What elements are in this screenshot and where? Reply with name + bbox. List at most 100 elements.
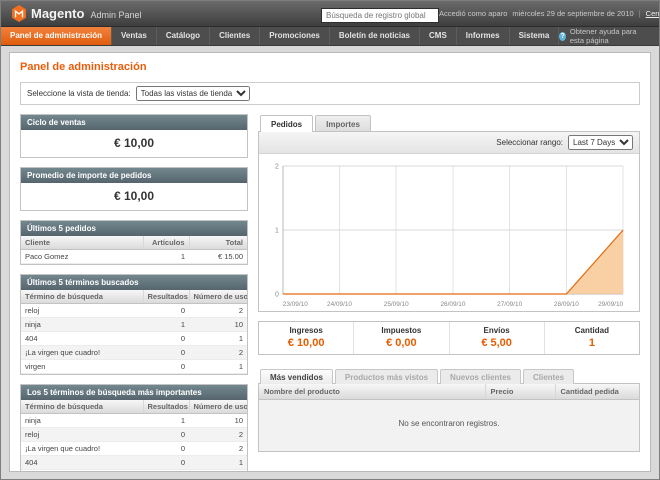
store-view-select[interactable]: Todas las vistas de tienda [136, 86, 250, 101]
total-envi-os: Envíos € 5,00 [450, 322, 545, 354]
session-info: Accedió como aparo miércoles 29 de septi… [439, 9, 660, 18]
product-report-tabs: Más vendidosProductos más vistosNuevos c… [258, 368, 640, 383]
svg-text:29/09/10: 29/09/10 [598, 301, 623, 308]
totals-row: Ingresos€ 10,00Impuestos€ 0,00Envíos€ 5,… [258, 321, 640, 355]
nav-item-cms[interactable]: CMS [420, 27, 457, 45]
table-cell: 0 [143, 346, 189, 360]
total-value: € 5,00 [450, 337, 544, 349]
table-row: ninja110 [21, 414, 247, 428]
total-cantidad: Cantidad 1 [545, 322, 639, 354]
chart-tabs: PedidosImportes [258, 114, 640, 131]
last-orders-title: Últimos 5 pedidos [21, 221, 247, 236]
nav-item-promociones[interactable]: Promociones [260, 27, 330, 45]
total-impuestos: Impuestos€ 0,00 [354, 322, 449, 354]
magento-admin-window: Magento Admin Panel Accedió como aparo m… [0, 0, 660, 480]
table-cell: 10 [189, 318, 247, 332]
table-cell: ninja [21, 318, 143, 332]
total-value: € 0,00 [354, 337, 448, 349]
table-header-row: ClienteArtículosTotal [21, 236, 247, 250]
tab-pedidos[interactable]: Pedidos [260, 115, 313, 132]
nav-item-ventas[interactable]: Ventas [112, 27, 157, 45]
table-cell: reloj [21, 428, 143, 442]
right-column: PedidosImportes Seleccionar rango: Last … [258, 114, 640, 472]
range-label: Seleccionar rango: [496, 138, 563, 147]
table-cell: virgen [21, 360, 143, 374]
total-label: Ingresos [259, 326, 353, 335]
nav-item-informes[interactable]: Informes [457, 27, 510, 45]
svg-text:27/09/10: 27/09/10 [497, 301, 522, 308]
total-value: 1 [545, 337, 639, 349]
magento-logo-icon [11, 5, 27, 22]
table-cell: 1 [143, 318, 189, 332]
table-header-row: Término de búsquedaResultadosNúmero de u… [21, 290, 247, 304]
nav-item-panel-de-administracio-n[interactable]: Panel de administración [1, 27, 112, 45]
bestsellers-table: Nombre del productoPrecioCantidad pedida [259, 384, 639, 400]
logo-title: Magento [31, 6, 84, 21]
empty-table-message: No se encontraron registros. [259, 400, 639, 451]
tab-productos-ma-s-vistos: Productos más vistos [335, 369, 438, 384]
nav-item-sistema[interactable]: Sistema [510, 27, 560, 45]
table-row: ninja110 [21, 318, 247, 332]
logout-link[interactable]: Cerrar Sesión [646, 9, 660, 18]
table-cell: 0 [143, 442, 189, 456]
column-header-nu-mero-de-usos: Número de usos [189, 400, 247, 414]
table-cell: 404 [21, 456, 143, 470]
separator: | [639, 9, 641, 18]
column-header-resultados: Resultados [143, 290, 189, 304]
column-header-cantidad-pedida: Cantidad pedida [555, 384, 639, 400]
nav-item-boleti-n-de-noticias[interactable]: Boletín de noticias [330, 27, 420, 45]
store-view-label: Seleccione la vista de tienda: [27, 89, 131, 98]
total-label: Envíos [450, 326, 544, 335]
table-cell: 2 [189, 304, 247, 318]
table-cell: 10 [189, 414, 247, 428]
chart-area: 01223/09/1024/09/1025/09/1026/09/1027/09… [259, 154, 639, 311]
table-cell: 1 [189, 470, 247, 473]
sales-cycle-value: € 10,00 [21, 130, 247, 157]
table-cell: 0 [143, 360, 189, 374]
table-cell: 0 [143, 332, 189, 346]
svg-text:24/09/10: 24/09/10 [327, 301, 352, 308]
left-column: Ciclo de ventas € 10,00 Promedio de impo… [20, 114, 248, 472]
column-header-arti-culos: Artículos [143, 236, 189, 250]
table-header-row: Término de búsquedaResultadosNúmero de u… [21, 400, 247, 414]
last-search-terms-table: Término de búsquedaResultadosNúmero de u… [21, 290, 247, 374]
table-row: reloj02 [21, 428, 247, 442]
table-row: Paco Gomez1€ 15.00 [21, 250, 247, 264]
range-select[interactable]: Last 7 Days [568, 135, 633, 150]
global-search-wrap [321, 5, 439, 23]
tab-nuevos-clientes: Nuevos clientes [440, 369, 521, 384]
table-cell: 2 [189, 346, 247, 360]
sales-cycle-title: Ciclo de ventas [21, 115, 247, 130]
last-search-terms-title: Últimos 5 términos buscados [21, 275, 247, 290]
table-cell: 0 [143, 470, 189, 473]
table-cell: 2 [189, 428, 247, 442]
column-header-nu-mero-de-usos: Número de usos [189, 290, 247, 304]
table-cell: ninja [21, 414, 143, 428]
table-cell: 404 [21, 332, 143, 346]
svg-text:23/09/10: 23/09/10 [283, 301, 308, 308]
help-link[interactable]: Obtener ayuda para esta página [570, 27, 649, 45]
column-header-total: Total [189, 236, 247, 250]
help-icon: ? [559, 32, 566, 41]
table-cell: 1 [189, 360, 247, 374]
sales-cycle-box: Ciclo de ventas € 10,00 [20, 114, 248, 158]
table-header-row: Nombre del productoPrecioCantidad pedida [259, 384, 639, 400]
svg-text:25/09/10: 25/09/10 [384, 301, 409, 308]
table-cell: 2 [189, 442, 247, 456]
tab-ma-s-vendidos[interactable]: Más vendidos [260, 369, 333, 384]
nav-item-cata-logo[interactable]: Catálogo [157, 27, 210, 45]
table-cell: 1 [189, 456, 247, 470]
total-label: Cantidad [545, 326, 639, 335]
table-cell: 1 [143, 250, 189, 264]
orders-chart-panel: Seleccionar rango: Last 7 Days 01223/09/… [258, 131, 640, 312]
page-title: Panel de administración [20, 61, 640, 73]
column-header-resultados: Resultados [143, 400, 189, 414]
svg-text:28/09/10: 28/09/10 [554, 301, 579, 308]
table-cell: reloj [21, 304, 143, 318]
global-search-input[interactable] [321, 8, 439, 23]
table-row: virgen01 [21, 360, 247, 374]
nav-item-clientes[interactable]: Clientes [210, 27, 260, 45]
bestsellers-panel: Nombre del productoPrecioCantidad pedida… [258, 383, 640, 452]
svg-text:2: 2 [275, 163, 279, 170]
tab-importes[interactable]: Importes [315, 115, 371, 132]
